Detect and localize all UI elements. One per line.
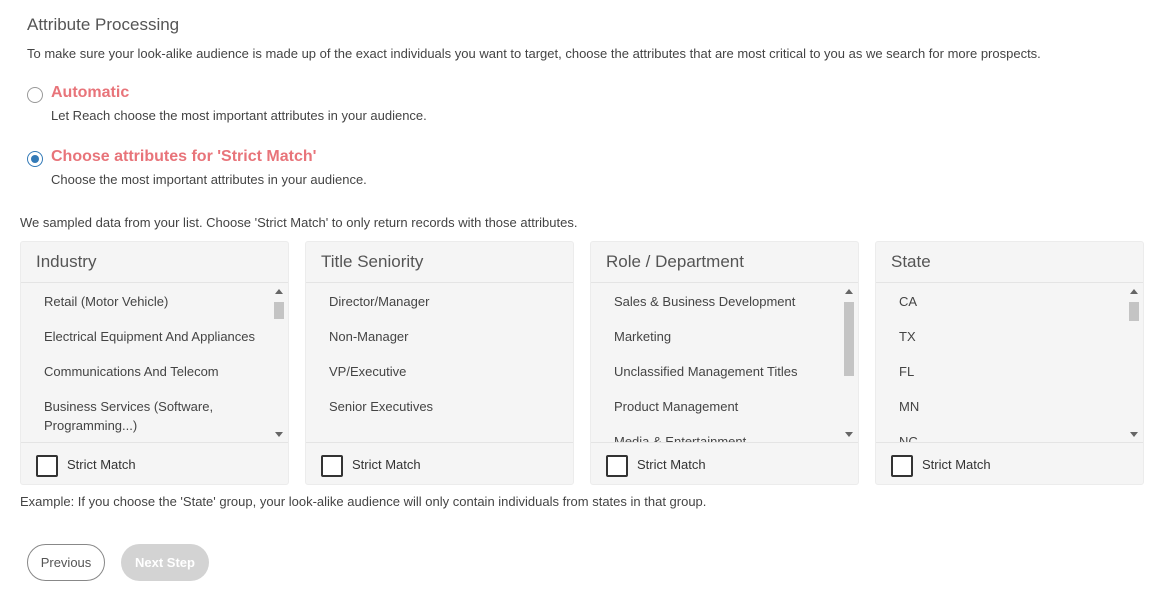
strict-match-radio[interactable] [27, 151, 43, 167]
scrollbar[interactable] [1127, 284, 1141, 442]
role-department-strict-match-checkbox[interactable] [606, 455, 628, 477]
list-item: Marketing [614, 329, 672, 344]
scrollbar-thumb[interactable] [274, 302, 284, 319]
list-item: Communications And Telecom [44, 364, 219, 379]
title-seniority-card: Title Seniority Director/Manager Non-Man… [305, 241, 574, 485]
strict-match-checkbox-label[interactable]: Strict Match [67, 457, 136, 472]
scroll-down-arrow-icon[interactable] [1130, 432, 1138, 437]
attribute-list[interactable]: Retail (Motor Vehicle) Electrical Equipm… [21, 284, 273, 442]
scroll-up-arrow-icon[interactable] [1130, 289, 1138, 294]
scroll-up-arrow-icon[interactable] [275, 289, 283, 294]
list-item: VP/Executive [329, 364, 407, 379]
section-title: Attribute Processing [27, 15, 180, 34]
card-title: Industry [21, 242, 288, 283]
list-item: Non-Manager [329, 329, 409, 344]
list-item: NC [899, 434, 918, 442]
scrollbar-thumb[interactable] [844, 302, 854, 376]
list-item: Senior Executives [329, 399, 434, 414]
automatic-radio[interactable] [27, 87, 43, 103]
card-title: State [876, 242, 1143, 283]
card-footer: Strict Match [876, 442, 1143, 485]
strict-match-label[interactable]: Choose attributes for 'Strict Match' [51, 148, 316, 166]
strict-match-checkbox-label[interactable]: Strict Match [922, 457, 991, 472]
attribute-list[interactable]: CA TX FL MN NC [876, 284, 1128, 442]
list-item: Unclassified Management Titles [614, 364, 798, 379]
strict-match-checkbox-label[interactable]: Strict Match [352, 457, 421, 472]
list-item: CA [899, 294, 918, 309]
card-footer: Strict Match [591, 442, 858, 485]
intro-text: To make sure your look-alike audience is… [27, 46, 1041, 61]
state-strict-match-checkbox[interactable] [891, 455, 913, 477]
list-item: TX [899, 329, 916, 344]
strict-match-description: Choose the most important attributes in … [51, 172, 367, 187]
card-footer: Strict Match [306, 442, 573, 485]
industry-strict-match-checkbox[interactable] [36, 455, 58, 477]
list-item: FL [899, 364, 915, 379]
title-seniority-strict-match-checkbox[interactable] [321, 455, 343, 477]
card-title: Title Seniority [306, 242, 573, 283]
list-item: Business Services (Software, Programming… [44, 399, 214, 433]
list-item: Director/Manager [329, 294, 430, 309]
automatic-label[interactable]: Automatic [51, 84, 129, 102]
industry-card: Industry Retail (Motor Vehicle) Electric… [20, 241, 289, 485]
previous-button[interactable]: Previous [27, 544, 105, 581]
card-title: Role / Department [591, 242, 858, 283]
list-item: Retail (Motor Vehicle) [44, 294, 169, 309]
role-department-card: Role / Department Sales & Business Devel… [590, 241, 859, 485]
attribute-list[interactable]: Director/Manager Non-Manager VP/Executiv… [306, 284, 558, 442]
attribute-list[interactable]: Sales & Business Development Marketing U… [591, 284, 843, 442]
scrollbar[interactable] [842, 284, 856, 442]
list-item: Sales & Business Development [614, 294, 796, 309]
list-item: Media & Entertainment [614, 434, 747, 442]
next-step-button[interactable]: Next Step [121, 544, 209, 581]
scroll-down-arrow-icon[interactable] [845, 432, 853, 437]
card-footer: Strict Match [21, 442, 288, 485]
sampled-text: We sampled data from your list. Choose '… [20, 215, 578, 230]
list-item: MN [899, 399, 920, 414]
example-text: Example: If you choose the 'State' group… [20, 494, 707, 509]
scroll-down-arrow-icon[interactable] [275, 432, 283, 437]
scroll-up-arrow-icon[interactable] [845, 289, 853, 294]
strict-match-checkbox-label[interactable]: Strict Match [637, 457, 706, 472]
state-card: State CA TX FL MN NC Strict Match [875, 241, 1144, 485]
automatic-description: Let Reach choose the most important attr… [51, 108, 427, 123]
scrollbar-thumb[interactable] [1129, 302, 1139, 321]
list-item: Product Management [614, 399, 739, 414]
scrollbar[interactable] [272, 284, 286, 442]
list-item: Electrical Equipment And Appliances [44, 329, 256, 344]
